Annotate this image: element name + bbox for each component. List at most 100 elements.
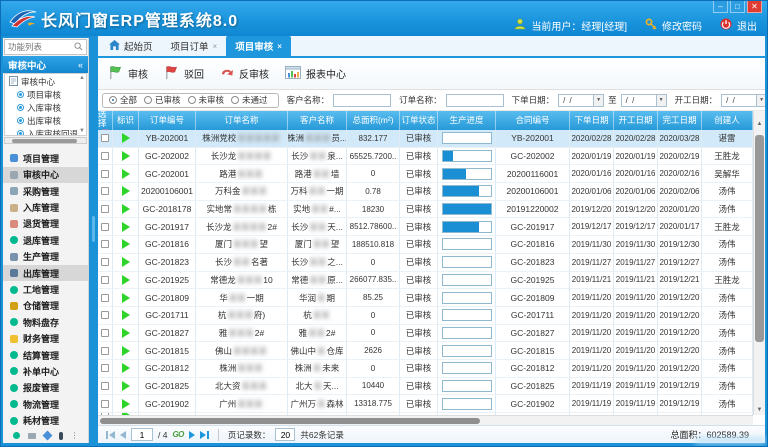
column-header[interactable]: 标识 xyxy=(113,111,139,130)
table-row[interactable]: GC-201812株洲某某某株洲某未来0已审核GC-2018122019/11/… xyxy=(98,360,753,378)
tree-item[interactable]: 入库审核 xyxy=(5,101,86,114)
order-date-to-picker[interactable]: / / ▼ xyxy=(621,94,667,107)
column-header[interactable]: 开工日期 xyxy=(614,111,658,130)
table-row[interactable]: GC-201809华某某一期华润某期85.25已审核GC-2018092019/… xyxy=(98,289,753,307)
prev-page-button[interactable] xyxy=(120,431,126,439)
row-checkbox[interactable] xyxy=(101,134,109,142)
start-date-value[interactable]: / / xyxy=(721,94,757,107)
horizontal-scroll-thumb[interactable] xyxy=(100,418,480,424)
column-header[interactable]: 总面积(m²) xyxy=(347,111,400,130)
close-button[interactable]: ✕ xyxy=(747,1,762,13)
logout-link[interactable]: 退出 xyxy=(737,18,757,33)
column-header[interactable]: 创建人 xyxy=(702,111,753,130)
column-header[interactable]: 合同编号 xyxy=(496,111,570,130)
tree-item[interactable]: 项目审核 xyxy=(5,88,86,101)
column-header[interactable]: 客户名称 xyxy=(288,111,347,130)
order-date-to-value[interactable]: / / xyxy=(621,94,657,107)
column-header[interactable]: 选择 xyxy=(98,111,113,130)
tree-scroll-thumb[interactable] xyxy=(12,139,77,143)
chevron-down-icon[interactable]: ▼ xyxy=(757,94,765,107)
toolbar-button[interactable]: 反审核 xyxy=(220,66,269,81)
column-header[interactable]: 订单名称 xyxy=(196,111,288,130)
first-page-button[interactable] xyxy=(106,431,115,439)
sidebar-item[interactable]: 出库管理 xyxy=(3,265,88,281)
collapse-icon[interactable]: « xyxy=(78,60,83,70)
row-checkbox[interactable] xyxy=(101,187,109,195)
chevron-down-icon[interactable]: ▼ xyxy=(594,94,604,107)
row-checkbox[interactable] xyxy=(101,152,109,160)
function-search[interactable] xyxy=(4,39,87,55)
sidebar-item[interactable]: 仓储管理 xyxy=(3,298,88,314)
row-checkbox[interactable] xyxy=(101,205,109,213)
status-radio[interactable] xyxy=(188,96,196,104)
sidebar-item[interactable]: 耗材管理 xyxy=(3,412,88,428)
vertical-scroll-thumb[interactable] xyxy=(755,135,764,342)
sidebar-item[interactable]: 结算管理 xyxy=(3,347,88,363)
sidebar-item[interactable]: 生产管理 xyxy=(3,249,88,265)
row-checkbox[interactable] xyxy=(101,258,109,266)
vertical-scrollbar[interactable]: ▲ ▼ xyxy=(753,111,765,415)
status-radio[interactable] xyxy=(144,96,152,104)
table-row[interactable]: GC-202002长沙龙某某某某长沙某某泉...65525.7200..已审核G… xyxy=(98,148,753,166)
table-row[interactable]: GC-202001路港某某某路港某某墙0已审核202001160012020/0… xyxy=(98,165,753,183)
table-row[interactable]: GC-201815佛山某某某某佛山中某仓库2626已审核GC-201815201… xyxy=(98,342,753,360)
sidebar-item[interactable]: 退库管理 xyxy=(3,232,88,248)
sidebar-item[interactable]: 退货管理 xyxy=(3,216,88,232)
table-row[interactable]: GC-201823长沙某某名著长沙某某之...0已审核GC-2018232019… xyxy=(98,254,753,272)
column-header[interactable]: 生产进度 xyxy=(438,111,496,130)
tab-close-icon[interactable]: × xyxy=(277,42,282,51)
table-row[interactable]: GC-201925常德龙某某某10常德某某原...266077.835..已审核… xyxy=(98,272,753,290)
column-header[interactable]: 订单状态 xyxy=(400,111,438,130)
sidebar-item[interactable]: 工地管理 xyxy=(3,281,88,297)
status-radio[interactable] xyxy=(231,96,239,104)
sidebar-item[interactable]: 财务管理 xyxy=(3,330,88,346)
row-checkbox[interactable] xyxy=(101,364,109,372)
table-row[interactable]: GC-201711杭某某某府)杭某某0已审核GC-2017112019/11/2… xyxy=(98,307,753,325)
row-checkbox[interactable] xyxy=(101,347,109,355)
toolbar-button[interactable]: 驳回 xyxy=(164,65,204,83)
table-row[interactable]: 20200106001万科金某某某万科某某一期0.78已审核2020010600… xyxy=(98,183,753,201)
scroll-up-icon[interactable]: ▲ xyxy=(754,121,765,127)
tab-active[interactable]: 项目审核× xyxy=(226,36,291,56)
toolbar-button[interactable]: 审核 xyxy=(108,65,148,83)
tree-scroll-down-icon[interactable]: ▼ xyxy=(79,128,85,134)
table-row[interactable]: GC-201917长沙龙某某某某2#长沙某某天...8512.78600..已审… xyxy=(98,218,753,236)
row-checkbox[interactable] xyxy=(101,276,109,284)
footer-logistics-icon[interactable] xyxy=(42,431,52,441)
footer-cart-icon[interactable] xyxy=(28,433,36,439)
table-row[interactable]: GC-201825北大资某某某北大某天...10440已审核GC-2018252… xyxy=(98,378,753,396)
page-size-input[interactable] xyxy=(275,428,295,441)
column-header[interactable]: 订单编号 xyxy=(139,111,196,130)
footer-dot-icon[interactable] xyxy=(13,432,20,439)
table-row[interactable]: GC-2018178实地常某某某某栋实地某某#...18230已审核201912… xyxy=(98,201,753,219)
sidebar-splitter[interactable] xyxy=(89,36,98,446)
table-row[interactable]: YB-202001株洲党校某某某某某株洲某某某员...832.177已审核YB-… xyxy=(98,130,753,148)
sidebar-item[interactable]: 项目管理 xyxy=(3,150,88,166)
order-name-input[interactable] xyxy=(446,94,504,107)
column-header[interactable]: 完工日期 xyxy=(658,111,702,130)
tree-root[interactable]: 审核中心 xyxy=(5,75,86,88)
sidebar-item[interactable]: 审核中心 xyxy=(3,167,88,183)
page-number-input[interactable] xyxy=(131,428,153,441)
minimize-button[interactable]: – xyxy=(713,1,728,13)
column-header[interactable]: 下单日期 xyxy=(570,111,614,130)
sidebar-item[interactable]: 报废管理 xyxy=(3,380,88,396)
toolbar-button[interactable]: 报表中心 xyxy=(285,66,346,82)
row-checkbox[interactable] xyxy=(101,240,109,248)
search-input[interactable] xyxy=(8,42,68,52)
row-checkbox[interactable] xyxy=(101,294,109,302)
footer-user-icon[interactable] xyxy=(59,432,63,440)
tree-item[interactable]: 入库审核回退 xyxy=(5,127,86,136)
next-page-button[interactable] xyxy=(189,431,195,439)
horizontal-scrollbar[interactable] xyxy=(98,415,753,425)
table-row[interactable]: GC-201902广州某某某广州万某森林13318.775已审核GC-20190… xyxy=(98,395,753,413)
start-date-picker[interactable]: / / ▼ xyxy=(721,94,765,107)
row-checkbox[interactable] xyxy=(101,400,109,408)
chevron-down-icon[interactable]: ▼ xyxy=(657,94,667,107)
sidebar-item[interactable]: 补单中心 xyxy=(3,363,88,379)
sidebar-item[interactable]: 入库管理 xyxy=(3,199,88,215)
table-row[interactable]: GC-201816厦门某某某望厦门某某望188510.818已审核GC-2018… xyxy=(98,236,753,254)
sidebar-item[interactable]: 物料盘存 xyxy=(3,314,88,330)
row-checkbox[interactable] xyxy=(101,170,109,178)
tab-item[interactable]: 起始页 xyxy=(100,36,162,56)
